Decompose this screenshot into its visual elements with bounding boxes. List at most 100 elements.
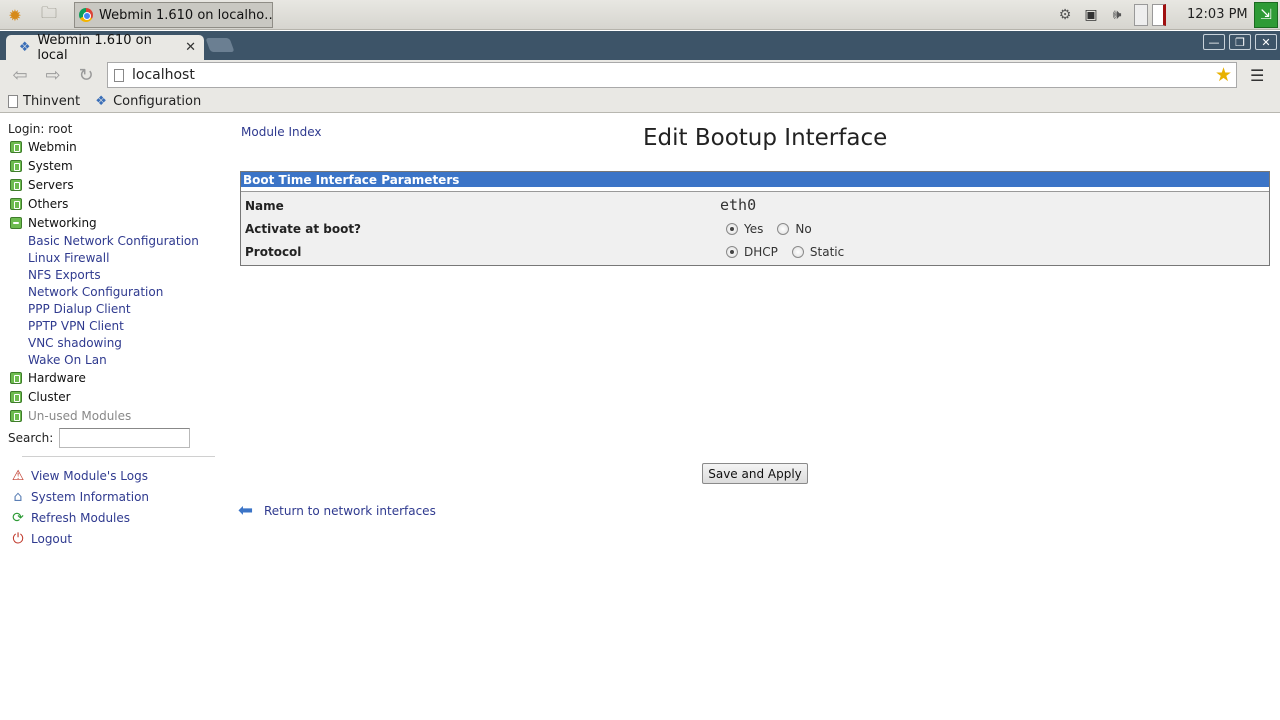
login-label: Login: root: [8, 122, 73, 136]
category-label: System: [28, 159, 73, 173]
browser-menu-icon[interactable]: ☰: [1250, 66, 1264, 85]
bookmark-configuration[interactable]: ❖ Configuration: [94, 94, 201, 109]
radio-label: DHCP: [744, 245, 778, 259]
category-hardware[interactable]: Hardware: [10, 371, 86, 385]
category-label: Hardware: [28, 371, 86, 385]
reload-icon[interactable]: ↻: [74, 63, 98, 87]
address-bar[interactable]: localhost ★: [107, 62, 1237, 88]
browser-tab[interactable]: ❖ Webmin 1.610 on local ✕: [6, 32, 204, 63]
protocol-label: Protocol: [245, 245, 302, 259]
browser-tabstrip: ❖ Webmin 1.610 on local ✕: [0, 31, 1280, 63]
expand-icon: [10, 179, 22, 191]
back-icon[interactable]: ⇦: [8, 63, 32, 87]
taskbar-window-title: Webmin 1.610 on localho…: [99, 7, 273, 23]
search-input[interactable]: [59, 428, 191, 448]
return-link-label: Return to network interfaces: [264, 504, 436, 518]
activate-at-boot-label: Activate at boot?: [245, 222, 362, 236]
activate-yes-radio[interactable]: [726, 223, 738, 235]
chrome-icon: [79, 8, 93, 22]
name-value-cell: eth0: [720, 196, 756, 214]
restore-window-icon[interactable]: ❐: [1229, 34, 1251, 50]
category-label: Others: [28, 197, 69, 211]
category-system[interactable]: System: [10, 159, 73, 173]
radio-label: No: [795, 222, 812, 236]
system-tray: ⚙ ▣ 🕪: [1054, 3, 1166, 27]
module-basic-network-configuration[interactable]: Basic Network Configuration: [28, 234, 199, 248]
activate-no-radio[interactable]: [777, 223, 790, 235]
expand-icon: [10, 391, 22, 403]
system-information-link[interactable]: ⌂ System Information: [10, 489, 149, 505]
module-pptp-vpn-client[interactable]: PPTP VPN Client: [28, 319, 124, 333]
table-header: Boot Time Interface Parameters: [241, 172, 1269, 189]
expand-icon: [10, 198, 22, 210]
home-icon: ⌂: [13, 489, 23, 505]
module-search: Search:: [8, 428, 191, 448]
module-vnc-shadowing[interactable]: VNC shadowing: [28, 336, 122, 350]
module-ppp-dialup-client[interactable]: PPP Dialup Client: [28, 302, 131, 316]
module-wake-on-lan[interactable]: Wake On Lan: [28, 353, 107, 367]
module-index-link[interactable]: Module Index: [241, 125, 321, 139]
logout-exit-icon[interactable]: ⇲: [1254, 2, 1278, 28]
forward-icon[interactable]: ⇨: [41, 63, 65, 87]
save-and-apply-button[interactable]: Save and Apply: [702, 463, 808, 484]
minimize-window-icon[interactable]: —: [1203, 34, 1225, 50]
category-networking[interactable]: Networking: [10, 216, 97, 230]
tab-close-icon[interactable]: ✕: [185, 40, 196, 55]
bookmark-label: Thinvent: [23, 93, 81, 109]
search-label: Search:: [8, 431, 54, 445]
expand-icon: [10, 141, 22, 153]
address-bar-url: localhost: [132, 67, 195, 83]
browser-tab-title: Webmin 1.610 on local: [37, 32, 152, 63]
category-unused-modules[interactable]: Un-used Modules: [10, 409, 131, 423]
module-nfs-exports[interactable]: NFS Exports: [28, 268, 101, 282]
category-webmin[interactable]: Webmin: [10, 140, 77, 154]
file-manager-icon[interactable]: 🗀: [38, 3, 60, 26]
category-label: Servers: [28, 178, 74, 192]
name-label: Name: [245, 199, 284, 213]
network-settings-icon[interactable]: ⚙: [1054, 4, 1076, 26]
start-menu-icon[interactable]: ✹: [4, 4, 26, 26]
category-others[interactable]: Others: [10, 197, 68, 211]
protocol-options: DHCP Static: [726, 245, 844, 259]
category-label: Cluster: [28, 390, 71, 404]
category-cluster[interactable]: Cluster: [10, 390, 71, 404]
action-label: Logout: [31, 532, 73, 546]
expand-icon: [10, 160, 22, 172]
taskbar-window-button[interactable]: Webmin 1.610 on localho…: [74, 2, 273, 28]
action-label: System Information: [31, 490, 150, 504]
cpu-graph-icon: [1134, 4, 1148, 26]
category-servers[interactable]: Servers: [10, 178, 74, 192]
refresh-modules-link[interactable]: ⟳ Refresh Modules: [10, 510, 130, 526]
action-label: View Module's Logs: [31, 469, 148, 483]
category-label: Un-used Modules: [28, 409, 132, 423]
protocol-dhcp-radio[interactable]: [726, 246, 738, 258]
bookmark-star-icon[interactable]: ★: [1215, 64, 1232, 86]
radio-label: Yes: [744, 222, 764, 236]
page-icon: [8, 94, 18, 108]
volume-icon[interactable]: 🕪: [1106, 4, 1128, 26]
desktop-taskbar: ✹ 🗀 Webmin 1.610 on localho… ⚙ ▣ 🕪 12:03…: [0, 0, 1280, 30]
warning-icon: ⚠: [11, 468, 25, 484]
activate-options: Yes No: [726, 222, 812, 236]
power-icon: ⏻: [12, 531, 24, 547]
page-icon: [114, 68, 124, 82]
back-arrow-icon: ⬅: [238, 500, 254, 521]
expand-icon: [10, 410, 22, 422]
logout-link[interactable]: ⏻ Logout: [10, 531, 72, 547]
module-linux-firewall[interactable]: Linux Firewall: [28, 251, 109, 265]
new-tab-button[interactable]: [205, 38, 235, 52]
module-network-configuration[interactable]: Network Configuration: [28, 285, 163, 299]
webmin-favicon-icon: ❖: [95, 93, 107, 109]
name-value: eth0: [720, 196, 757, 214]
bookmarks-bar: Thinvent ❖ Configuration: [0, 90, 1280, 113]
return-to-interfaces-link[interactable]: ⬅ Return to network interfaces: [238, 500, 436, 521]
network-monitor-icon[interactable]: ▣: [1080, 4, 1102, 26]
clock: 12:03 PM: [1187, 7, 1248, 22]
view-module-logs-link[interactable]: ⚠ View Module's Logs: [10, 468, 148, 484]
table-body: Name eth0 Activate at boot? Yes No Proto…: [241, 191, 1269, 265]
bookmark-label: Configuration: [113, 93, 202, 109]
close-window-icon[interactable]: ✕: [1255, 34, 1277, 50]
protocol-static-radio[interactable]: [791, 246, 804, 258]
bookmark-thinvent[interactable]: Thinvent: [8, 94, 80, 109]
action-label: Refresh Modules: [31, 511, 131, 525]
